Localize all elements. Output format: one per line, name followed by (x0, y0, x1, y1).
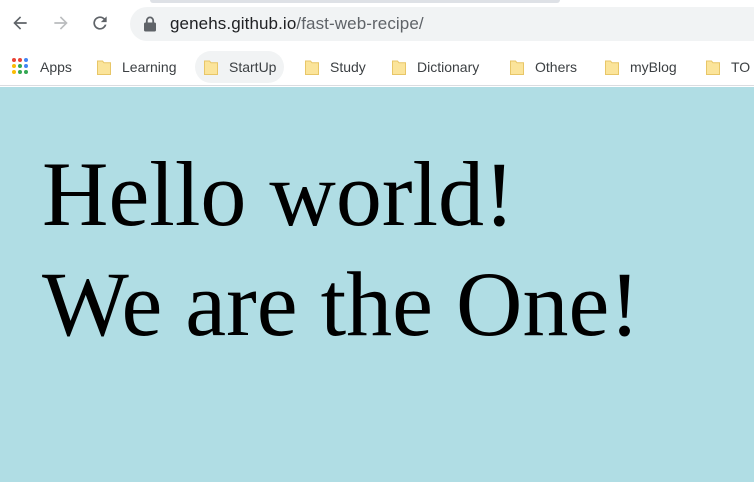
tab-strip-edge (150, 0, 560, 3)
folder-icon (305, 60, 319, 75)
bookmark-label: myBlog (630, 59, 677, 75)
folder-icon (605, 60, 619, 75)
apps-grid-icon (12, 58, 30, 76)
bookmark-apps[interactable]: Apps (4, 51, 80, 83)
arrow-right-icon (54, 16, 68, 30)
browser-window: genehs.github.io/fast-web-recipe/ Apps L… (0, 0, 754, 482)
bookmark-label: StartUp (229, 59, 277, 75)
folder-icon (510, 60, 524, 75)
url-path: /fast-web-recipe/ (296, 14, 424, 33)
forward-button[interactable] (47, 9, 75, 37)
folder-icon (97, 60, 111, 75)
bookmark-label: Learning (122, 59, 177, 75)
heading-line-2: We are the One! (42, 253, 640, 355)
heading-line-1: Hello world! (42, 143, 515, 245)
browser-toolbar: genehs.github.io/fast-web-recipe/ (0, 0, 754, 48)
arrow-left-icon (13, 16, 27, 30)
bookmark-label: Study (330, 59, 366, 75)
folder-icon (204, 60, 218, 75)
bookmark-label: Others (535, 59, 578, 75)
reload-button[interactable] (86, 9, 114, 37)
bookmark-label: Dictionary (417, 59, 480, 75)
address-bar[interactable]: genehs.github.io/fast-web-recipe/ (130, 7, 754, 41)
page-heading: Hello world! We are the One! (42, 139, 640, 359)
bookmark-startup[interactable]: StartUp (195, 51, 285, 83)
bookmark-study[interactable]: Study (296, 51, 374, 83)
bookmark-label: TO (731, 59, 751, 75)
folder-icon (392, 60, 406, 75)
url-host: genehs.github.io (170, 14, 297, 33)
folder-icon (706, 60, 720, 75)
lock-icon (144, 16, 156, 32)
bookmark-others[interactable]: Others (501, 51, 585, 83)
bookmark-dictionary[interactable]: Dictionary (383, 51, 487, 83)
page-viewport: Hello world! We are the One! (0, 87, 754, 482)
bookmark-label: Apps (40, 59, 72, 75)
url-text[interactable]: genehs.github.io/fast-web-recipe/ (170, 7, 424, 41)
bookmarks-bar: Apps Learning StartUp Study Dictionary O… (0, 48, 754, 86)
bookmark-to[interactable]: TO (697, 51, 754, 83)
back-button[interactable] (6, 9, 34, 37)
bookmark-myblog[interactable]: myBlog (596, 51, 685, 83)
reload-icon (93, 16, 107, 30)
bookmark-learning[interactable]: Learning (88, 51, 185, 83)
